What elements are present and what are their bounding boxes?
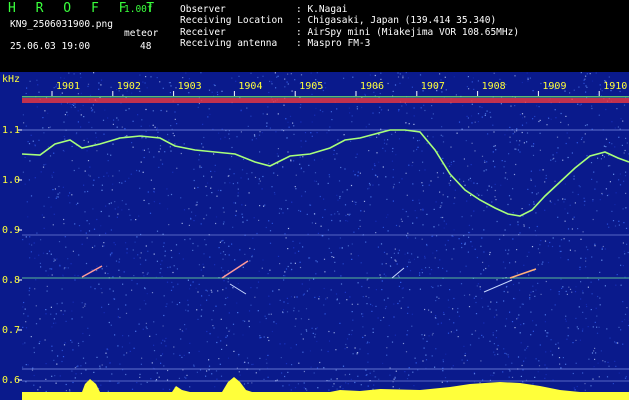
x-tick-label: 1901	[56, 81, 80, 92]
observer-label: Observer	[180, 4, 226, 15]
receiver-value: : AirSpy mini (Miakejima VOR 108.65MHz)	[296, 27, 520, 38]
y-tick-label: 1.0	[2, 175, 20, 186]
x-tick-label: 1903	[178, 81, 202, 92]
location-value: : Chigasaki, Japan (139.414 35.340)	[296, 15, 497, 26]
y-tick-label: 1.1	[2, 125, 20, 136]
spectrogram-plot: kHz 1.1 1.0 0.9 0.8 0.7 0.6 1901 1902 1903 1904 1…	[0, 72, 629, 400]
carrier-band-edge	[22, 96, 629, 98]
y-tick-label: 0.7	[2, 325, 20, 336]
x-tick-label: 1904	[238, 81, 262, 92]
antenna-label: Receiving antenna	[180, 38, 278, 49]
x-tick-label: 1905	[299, 81, 323, 92]
observer-value: : K.Nagai	[296, 4, 348, 15]
app-version: 1.00f	[124, 4, 153, 15]
receiver-label: Receiver	[180, 27, 226, 38]
x-tick-label: 1907	[421, 81, 445, 92]
spectrogram-background	[0, 72, 629, 400]
carrier-band	[22, 98, 629, 103]
y-tick-label: 0.9	[2, 225, 20, 236]
y-axis-unit: kHz	[2, 74, 20, 85]
y-tick-label: 0.8	[2, 275, 20, 286]
x-tick-label: 1910	[603, 81, 627, 92]
antenna-value: : Maspro FM-3	[296, 38, 371, 49]
meteor-label: meteor	[124, 28, 159, 39]
meteor-count: 48	[140, 41, 152, 52]
date-time: 25.06.03 19:00	[10, 41, 91, 52]
file-name: KN9_2506031900.png	[10, 19, 113, 30]
x-tick-label: 1909	[542, 81, 566, 92]
x-tick-label: 1902	[117, 81, 141, 92]
x-tick-label: 1908	[482, 81, 506, 92]
header-panel: H R O F F T 1.00f KN9_2506031900.png met…	[0, 0, 629, 72]
location-label: Receiving Location	[180, 15, 283, 26]
y-tick-label: 0.6	[2, 375, 20, 386]
x-tick-label: 1906	[360, 81, 384, 92]
